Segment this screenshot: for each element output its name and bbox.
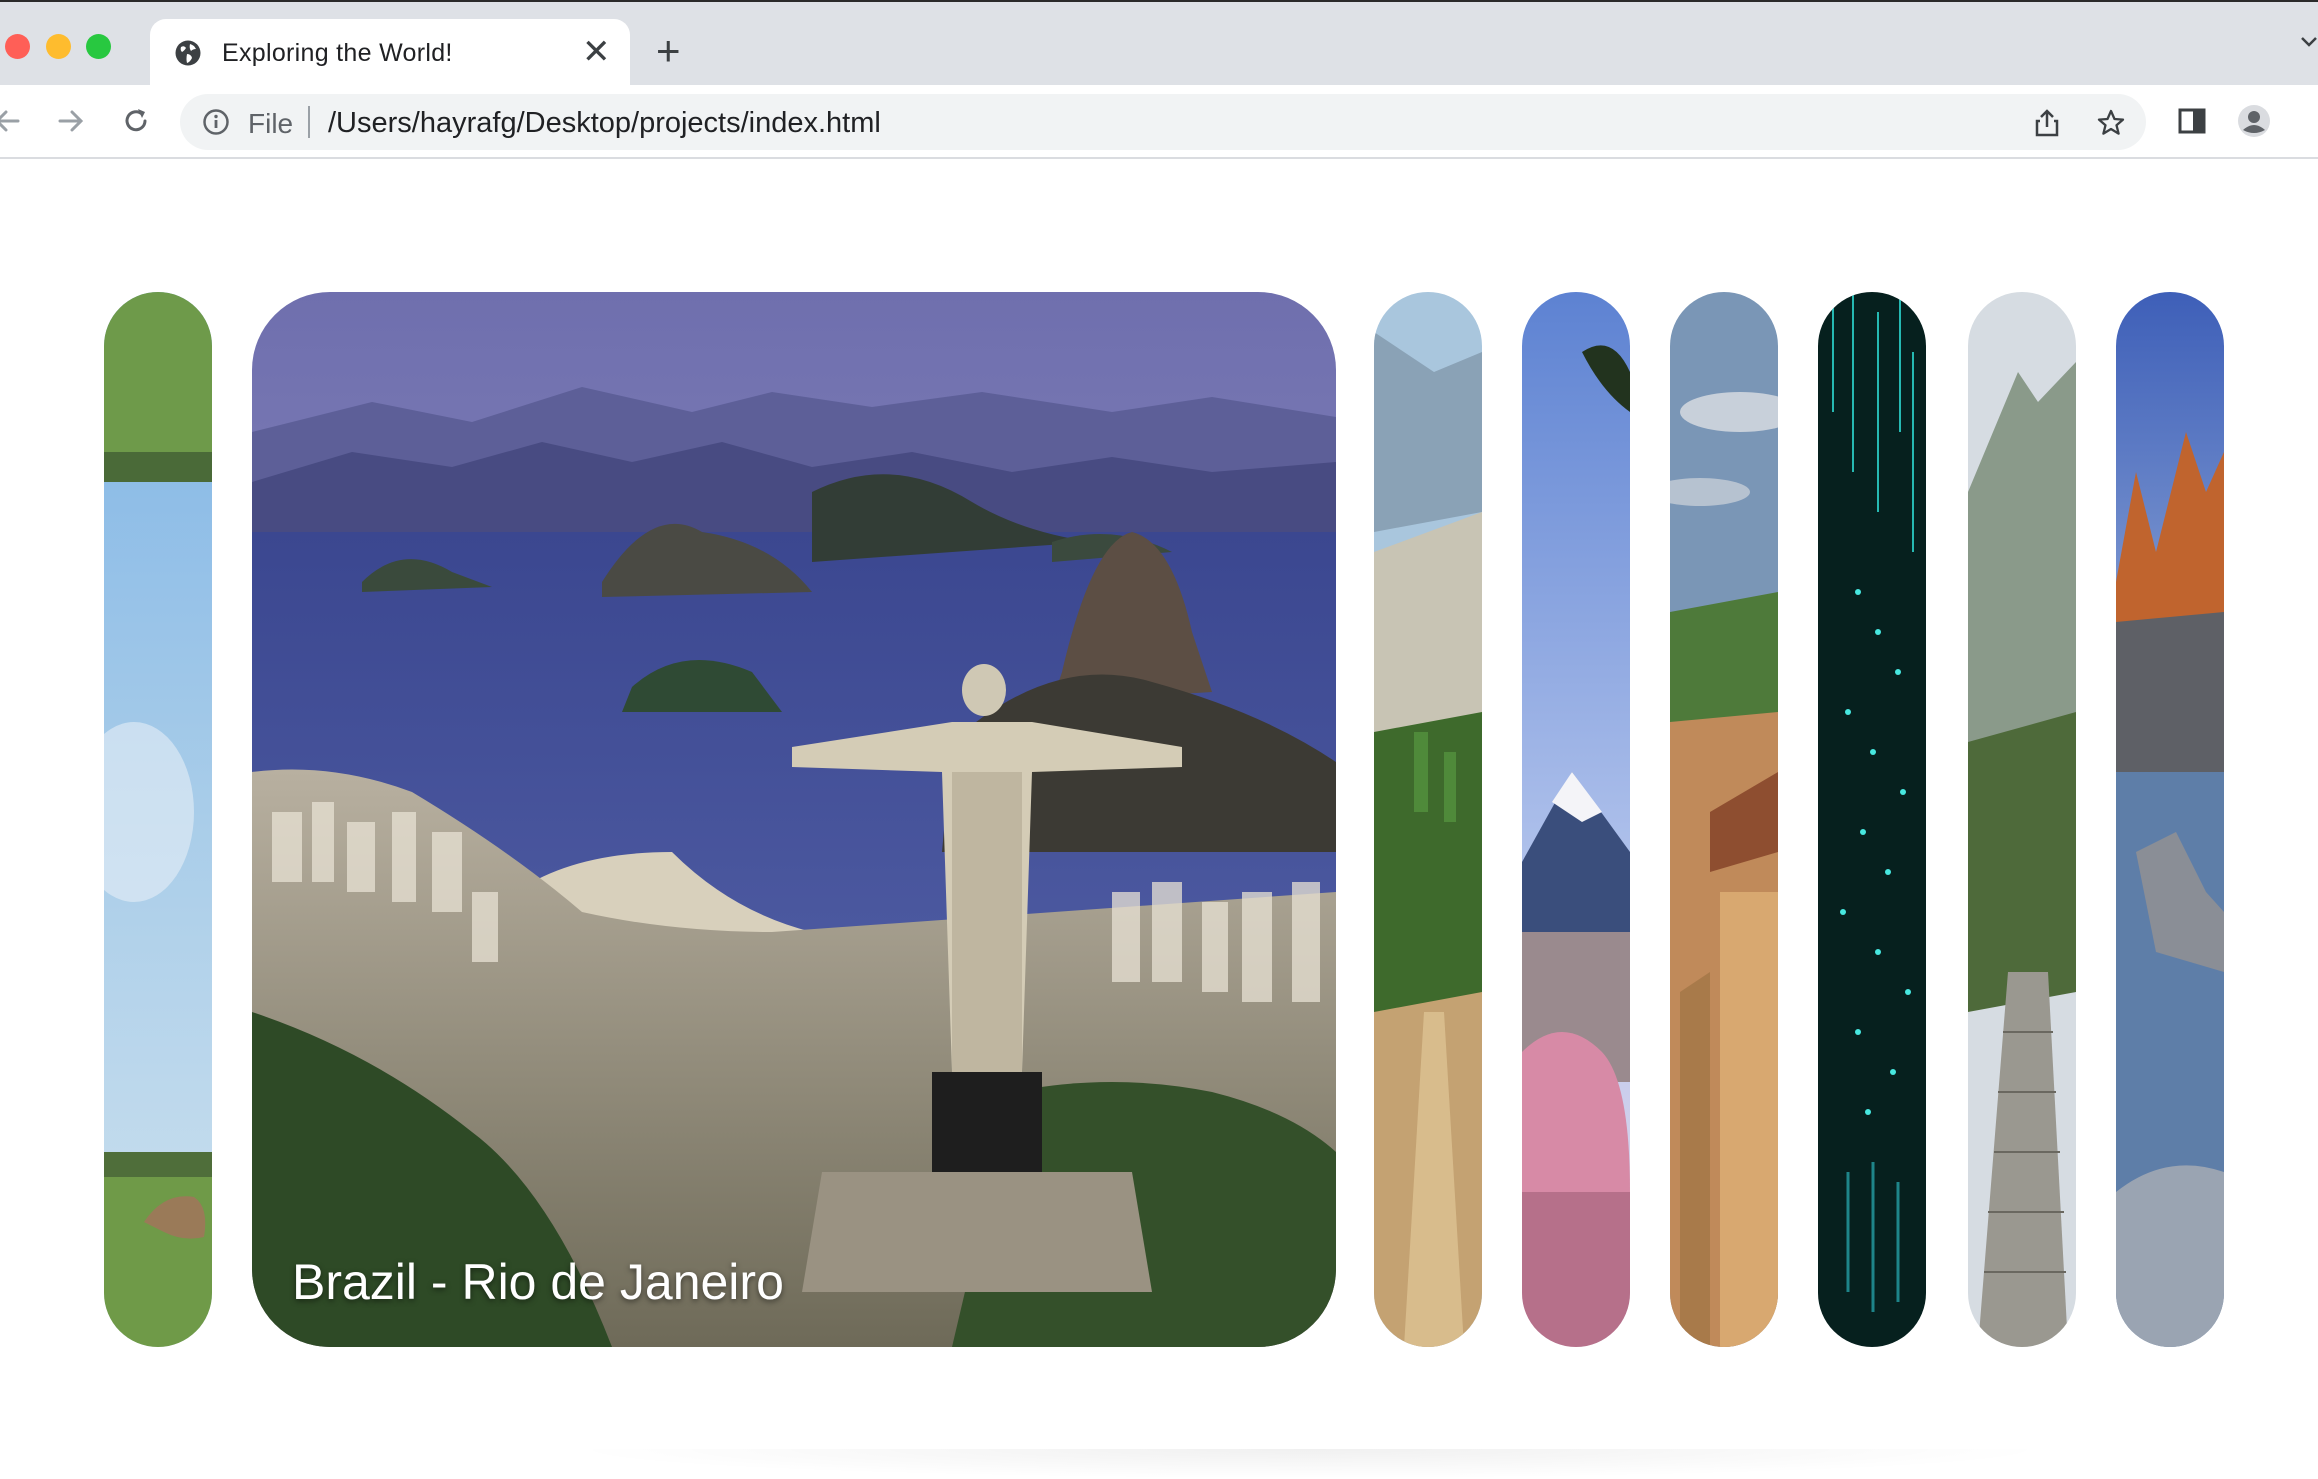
url-text[interactable]: /Users/hayrafg/Desktop/projects/index.ht… (328, 107, 881, 140)
village-street-image (1670, 292, 1778, 1347)
browser-toolbar: File /Users/hayrafg/Desktop/projects/ind… (0, 85, 2318, 159)
kangaroo-landscape-image (104, 292, 212, 1347)
mountain-steps-image (1968, 292, 2076, 1347)
destination-gallery: Brazil - Rio de Janeiro (0, 159, 2318, 1479)
close-window-button[interactable] (5, 34, 30, 59)
gallery-panel-japan[interactable] (1522, 292, 1630, 1347)
gallery-panel-glowworm-cave[interactable] (1818, 292, 1926, 1347)
bookmark-star-icon[interactable] (2096, 108, 2126, 138)
destination-caption: Brazil - Rio de Janeiro (292, 1254, 784, 1310)
tab-search-chevron-icon[interactable] (2300, 36, 2318, 48)
address-separator (308, 106, 310, 138)
globe-icon (175, 40, 201, 66)
glowworm-cave-image (1818, 292, 1926, 1347)
side-panel-icon[interactable] (2174, 103, 2210, 139)
gallery-card-active[interactable]: Brazil - Rio de Janeiro (252, 292, 1336, 1347)
gallery-panel-kangaroo[interactable] (104, 292, 212, 1347)
browser-tab-active[interactable]: Exploring the World! ✕ (150, 19, 630, 87)
desert-cactus-image (1374, 292, 1482, 1347)
browser-tab-strip: Exploring the World! ✕ + (0, 0, 2318, 87)
site-info-icon[interactable] (202, 108, 230, 136)
gallery-panel-desert[interactable] (1374, 292, 1482, 1347)
profile-avatar-icon[interactable] (2236, 103, 2272, 139)
menu-dots-icon[interactable] (2304, 103, 2318, 139)
mount-fuji-image (1522, 292, 1630, 1347)
new-tab-button[interactable]: + (656, 30, 681, 72)
patagonia-lake-image (2116, 292, 2224, 1347)
share-icon[interactable] (2032, 108, 2062, 138)
gallery-panel-mountain-steps[interactable] (1968, 292, 2076, 1347)
address-bar[interactable]: File /Users/hayrafg/Desktop/projects/ind… (180, 94, 2146, 150)
rio-de-janeiro-image (252, 292, 1336, 1347)
tab-close-icon[interactable]: ✕ (582, 35, 611, 69)
forward-arrow-icon[interactable] (54, 103, 90, 139)
back-arrow-icon[interactable] (0, 103, 26, 139)
url-scheme-label: File (248, 108, 294, 139)
reload-icon[interactable] (118, 103, 154, 139)
minimize-window-button[interactable] (46, 34, 71, 59)
gallery-panel-patagonia[interactable] (2116, 292, 2224, 1347)
page-bottom-shadow (560, 1449, 2060, 1479)
gallery-panel-village[interactable] (1670, 292, 1778, 1347)
maximize-window-button[interactable] (86, 34, 111, 59)
tab-title: Exploring the World! (222, 39, 453, 67)
